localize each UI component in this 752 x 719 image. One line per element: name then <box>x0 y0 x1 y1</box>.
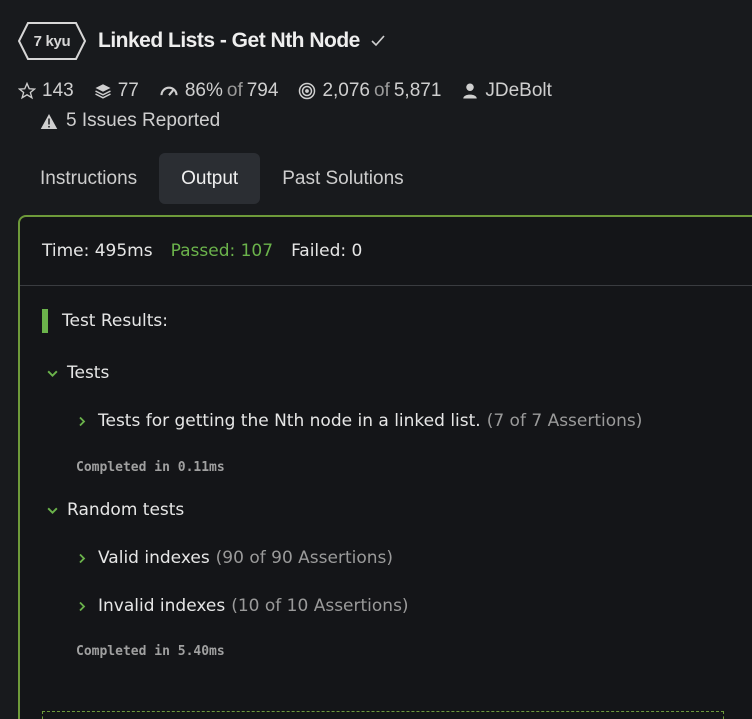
test-item-assertions: (90 of 90 Assertions) <box>215 548 394 568</box>
test-group-tests[interactable]: Tests <box>46 363 109 383</box>
completed-total: 5,871 <box>393 80 442 101</box>
test-results-heading: Test Results: <box>42 309 168 333</box>
kata-title: Linked Lists - Get Nth Node <box>98 29 360 52</box>
kata-stats: 143 77 86% of 794 2,076 of 5,871 JDeBolt <box>18 80 572 102</box>
completed-count: 2,076 <box>322 80 370 101</box>
test-results-title: Test Results: <box>62 311 168 331</box>
chevron-down-icon <box>47 370 58 377</box>
test-item-label: Invalid indexes <box>98 596 226 616</box>
satisfaction-gauge-icon <box>160 86 178 96</box>
test-item[interactable]: Invalid indexes (10 of 10 Assertions) <box>76 596 409 616</box>
rank-badge: 7 kyu <box>18 22 86 60</box>
completed-stat: 2,076 of 5,871 <box>298 80 441 102</box>
rank-label: 7 kyu <box>33 32 71 50</box>
warning-icon <box>40 113 58 129</box>
author-name[interactable]: JDeBolt <box>485 80 552 102</box>
satisfaction-stat: 86% of 794 <box>159 80 279 102</box>
chevron-right-icon <box>79 416 86 426</box>
tab-instructions[interactable]: Instructions <box>18 153 159 204</box>
completed-of: of <box>373 80 390 101</box>
results-accent-bar <box>42 309 48 333</box>
satisfaction-of: of <box>226 80 243 101</box>
chevron-down-icon <box>47 507 58 514</box>
stars-stat[interactable]: 143 <box>18 80 74 102</box>
tab-past-solutions[interactable]: Past Solutions <box>260 153 425 204</box>
stars-count: 143 <box>42 80 74 101</box>
test-item[interactable]: Valid indexes (90 of 90 Assertions) <box>76 548 393 568</box>
test-group-label: Random tests <box>67 500 185 520</box>
test-item-assertions: (7 of 7 Assertions) <box>486 411 643 431</box>
satisfaction-total: 794 <box>246 80 279 101</box>
kata-header: 7 kyu Linked Lists - Get Nth Node <box>18 22 386 60</box>
completed-time: Completed in 0.11ms <box>76 460 225 475</box>
chevron-right-icon <box>79 553 86 563</box>
next-output-block <box>42 711 724 719</box>
issues-label: 5 Issues Reported <box>66 110 221 131</box>
collections-count: 77 <box>117 80 139 101</box>
test-item-label: Tests for getting the Nth node in a link… <box>98 411 481 431</box>
test-item[interactable]: Tests for getting the Nth node in a link… <box>76 411 642 431</box>
test-item-label: Valid indexes <box>98 548 210 568</box>
test-item-assertions: (10 of 10 Assertions) <box>231 596 409 616</box>
issues-link[interactable]: 5 Issues Reported <box>40 110 220 132</box>
stack-icon <box>94 84 111 99</box>
test-summary: Time: 495ms Passed: 107 Failed: 0 <box>20 217 752 286</box>
chevron-right-icon <box>79 601 86 611</box>
satisfaction-percent: 86% <box>184 80 223 101</box>
test-group-label: Tests <box>67 363 110 383</box>
user-icon <box>463 83 478 99</box>
kata-tabs: Instructions Output Past Solutions <box>18 153 426 204</box>
passed-count: Passed: 107 <box>170 241 274 261</box>
completed-time: Completed in 5.40ms <box>76 644 225 659</box>
test-group-random-tests[interactable]: Random tests <box>46 500 184 520</box>
output-panel: Time: 495ms Passed: 107 Failed: 0 Test R… <box>18 215 752 719</box>
author-stat[interactable]: JDeBolt <box>461 80 552 102</box>
checkmark-icon <box>371 35 385 47</box>
run-time: Time: 495ms <box>42 241 153 261</box>
failed-count: Failed: 0 <box>291 241 363 261</box>
target-icon <box>299 82 316 100</box>
collections-stat[interactable]: 77 <box>94 80 139 102</box>
star-icon <box>18 82 36 100</box>
tab-output[interactable]: Output <box>159 153 261 204</box>
